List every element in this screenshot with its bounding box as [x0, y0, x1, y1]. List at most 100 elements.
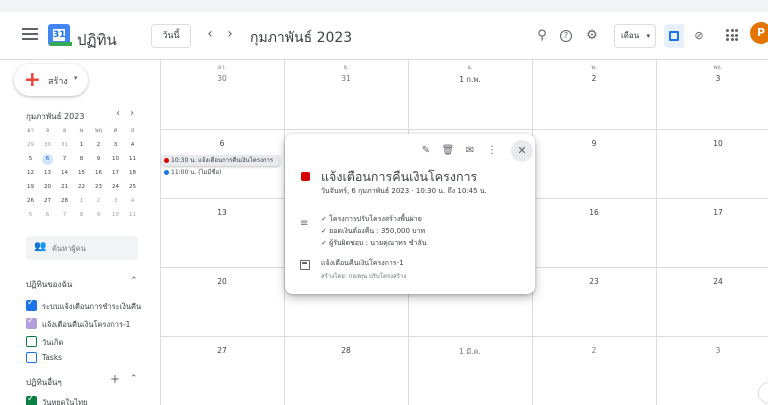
other-calendars-title[interactable]: ปฏิทินอื่นๆ [26, 376, 62, 389]
mini-day[interactable]: 1 [73, 140, 90, 151]
mini-day[interactable]: 11 [124, 210, 141, 221]
view-select[interactable]: เดือน ▾ [614, 24, 656, 48]
day-number[interactable]: 3 [656, 346, 768, 355]
avatar[interactable]: P [750, 22, 768, 44]
day-number[interactable]: 6 [160, 139, 284, 148]
calendar-event[interactable]: 11:00 น. (ไม่มีชื่อ) [162, 167, 221, 178]
search-people-input[interactable]: 👥 ค้นหาผู้คน [26, 236, 138, 260]
mini-day[interactable]: 10 [107, 154, 124, 165]
mini-day[interactable]: 27 [39, 196, 56, 207]
checkbox-icon[interactable] [26, 316, 37, 329]
mini-day[interactable]: 3 [107, 196, 124, 207]
chevron-right-icon[interactable]: › [222, 26, 238, 42]
search-icon[interactable]: ⚲ [533, 27, 551, 45]
mini-day[interactable]: 15 [73, 168, 90, 179]
mini-day[interactable]: 8 [73, 154, 90, 165]
mini-day[interactable]: 31 [56, 140, 73, 151]
mini-day[interactable]: 6 [39, 210, 56, 221]
mini-day[interactable]: 6 [42, 154, 53, 165]
mini-day[interactable]: 29 [22, 140, 39, 151]
day-number[interactable]: 10 [656, 139, 768, 148]
delete-trash-icon[interactable]: 🗑 [441, 144, 455, 158]
chevron-up-icon[interactable]: ⌃ [130, 374, 138, 384]
chevron-up-icon[interactable]: ⌃ [130, 276, 138, 286]
calendar-event[interactable]: 10:30 น. แจ้งเตือนการคืนเงินโครงการ [162, 155, 280, 166]
mini-day[interactable]: 10 [107, 210, 124, 221]
day-number[interactable]: 31 [284, 74, 408, 83]
event-creator: สร้างโดย: กองทุน ปรับโครงสร้าง [321, 273, 407, 280]
mini-day[interactable]: 9 [90, 210, 107, 221]
create-button[interactable]: + สร้าง ▾ [14, 64, 88, 96]
mini-day[interactable]: 25 [124, 182, 141, 193]
main-menu-icon[interactable] [22, 28, 38, 40]
day-number[interactable]: 2 [532, 346, 656, 355]
chevron-right-icon[interactable]: › [130, 108, 134, 119]
weekday-label: จ. [343, 65, 349, 71]
mini-day[interactable]: 17 [107, 168, 124, 179]
mini-day[interactable]: 2 [90, 196, 107, 207]
mini-day[interactable]: 9 [90, 154, 107, 165]
mini-day[interactable]: 30 [39, 140, 56, 151]
edit-pencil-icon[interactable]: ✎ [419, 144, 433, 158]
day-number[interactable]: 13 [160, 208, 284, 217]
mini-day[interactable]: 7 [56, 210, 73, 221]
mini-day[interactable]: 21 [56, 182, 73, 193]
mini-day[interactable]: 5 [22, 154, 39, 165]
mini-day[interactable]: 23 [90, 182, 107, 193]
my-calendars-title[interactable]: ปฏิทินของฉัน [26, 278, 72, 291]
mini-day[interactable]: 7 [56, 154, 73, 165]
day-number[interactable]: 30 [160, 74, 284, 83]
settings-icon[interactable]: ⚙ [583, 27, 601, 45]
day-number[interactable]: 9 [532, 139, 656, 148]
day-number[interactable]: 16 [532, 208, 656, 217]
mini-day[interactable]: 19 [22, 182, 39, 193]
tasks-icon[interactable]: ⊘ [688, 24, 710, 48]
mini-day[interactable]: 13 [39, 168, 56, 179]
chevron-left-icon[interactable]: ‹ [202, 26, 218, 42]
day-number[interactable]: 28 [284, 346, 408, 355]
checkbox-icon[interactable] [26, 352, 37, 363]
day-number[interactable]: 20 [160, 277, 284, 286]
day-number[interactable]: 1 มี.ค. [408, 346, 532, 358]
plus-icon[interactable]: + [110, 372, 120, 386]
checkbox-icon[interactable] [26, 298, 37, 311]
checkbox-icon[interactable] [26, 336, 37, 347]
day-number[interactable]: 24 [656, 277, 768, 286]
day-number[interactable]: 27 [160, 346, 284, 355]
email-icon[interactable]: ✉ [463, 144, 477, 158]
apps-icon[interactable] [726, 29, 738, 41]
mini-day[interactable]: 18 [124, 168, 141, 179]
mini-day[interactable]: 8 [73, 210, 90, 221]
close-icon[interactable]: ✕ [511, 140, 533, 162]
weekday-label: พฤ. [713, 65, 723, 71]
event-description-line: ✓ โครงการปรับโครงสร้างพื้นผ่าย [321, 215, 422, 223]
mini-day[interactable]: 22 [73, 182, 90, 193]
mini-day[interactable]: 4 [124, 196, 141, 207]
description-icon: ≡ [300, 218, 309, 229]
calendar-label: ระบบแจ้งเตือนการชำระเงินคืน [42, 302, 142, 311]
day-number[interactable]: 1 ก.พ. [408, 74, 532, 86]
mini-day[interactable]: 4 [124, 140, 141, 151]
today-button[interactable]: วันนี้ [151, 24, 191, 48]
calendar-view-icon[interactable] [664, 24, 684, 48]
mini-day[interactable]: 3 [107, 140, 124, 151]
mini-day[interactable]: 14 [56, 168, 73, 179]
help-icon[interactable]: ? [560, 30, 572, 42]
more-options-icon[interactable]: ⋮ [485, 144, 499, 158]
chevron-left-icon[interactable]: ‹ [116, 108, 120, 119]
mini-day[interactable]: 2 [90, 140, 107, 151]
mini-day[interactable]: 12 [22, 168, 39, 179]
day-number[interactable]: 2 [532, 74, 656, 83]
mini-day[interactable]: 1 [73, 196, 90, 207]
checkbox-icon[interactable] [26, 394, 37, 405]
mini-day[interactable]: 20 [39, 182, 56, 193]
mini-day[interactable]: 16 [90, 168, 107, 179]
day-number[interactable]: 3 [656, 74, 768, 83]
mini-day[interactable]: 24 [107, 182, 124, 193]
day-number[interactable]: 17 [656, 208, 768, 217]
day-number[interactable]: 23 [532, 277, 656, 286]
mini-day[interactable]: 5 [22, 210, 39, 221]
mini-day[interactable]: 26 [22, 196, 39, 207]
mini-day[interactable]: 11 [124, 154, 141, 165]
mini-day[interactable]: 28 [56, 196, 73, 207]
